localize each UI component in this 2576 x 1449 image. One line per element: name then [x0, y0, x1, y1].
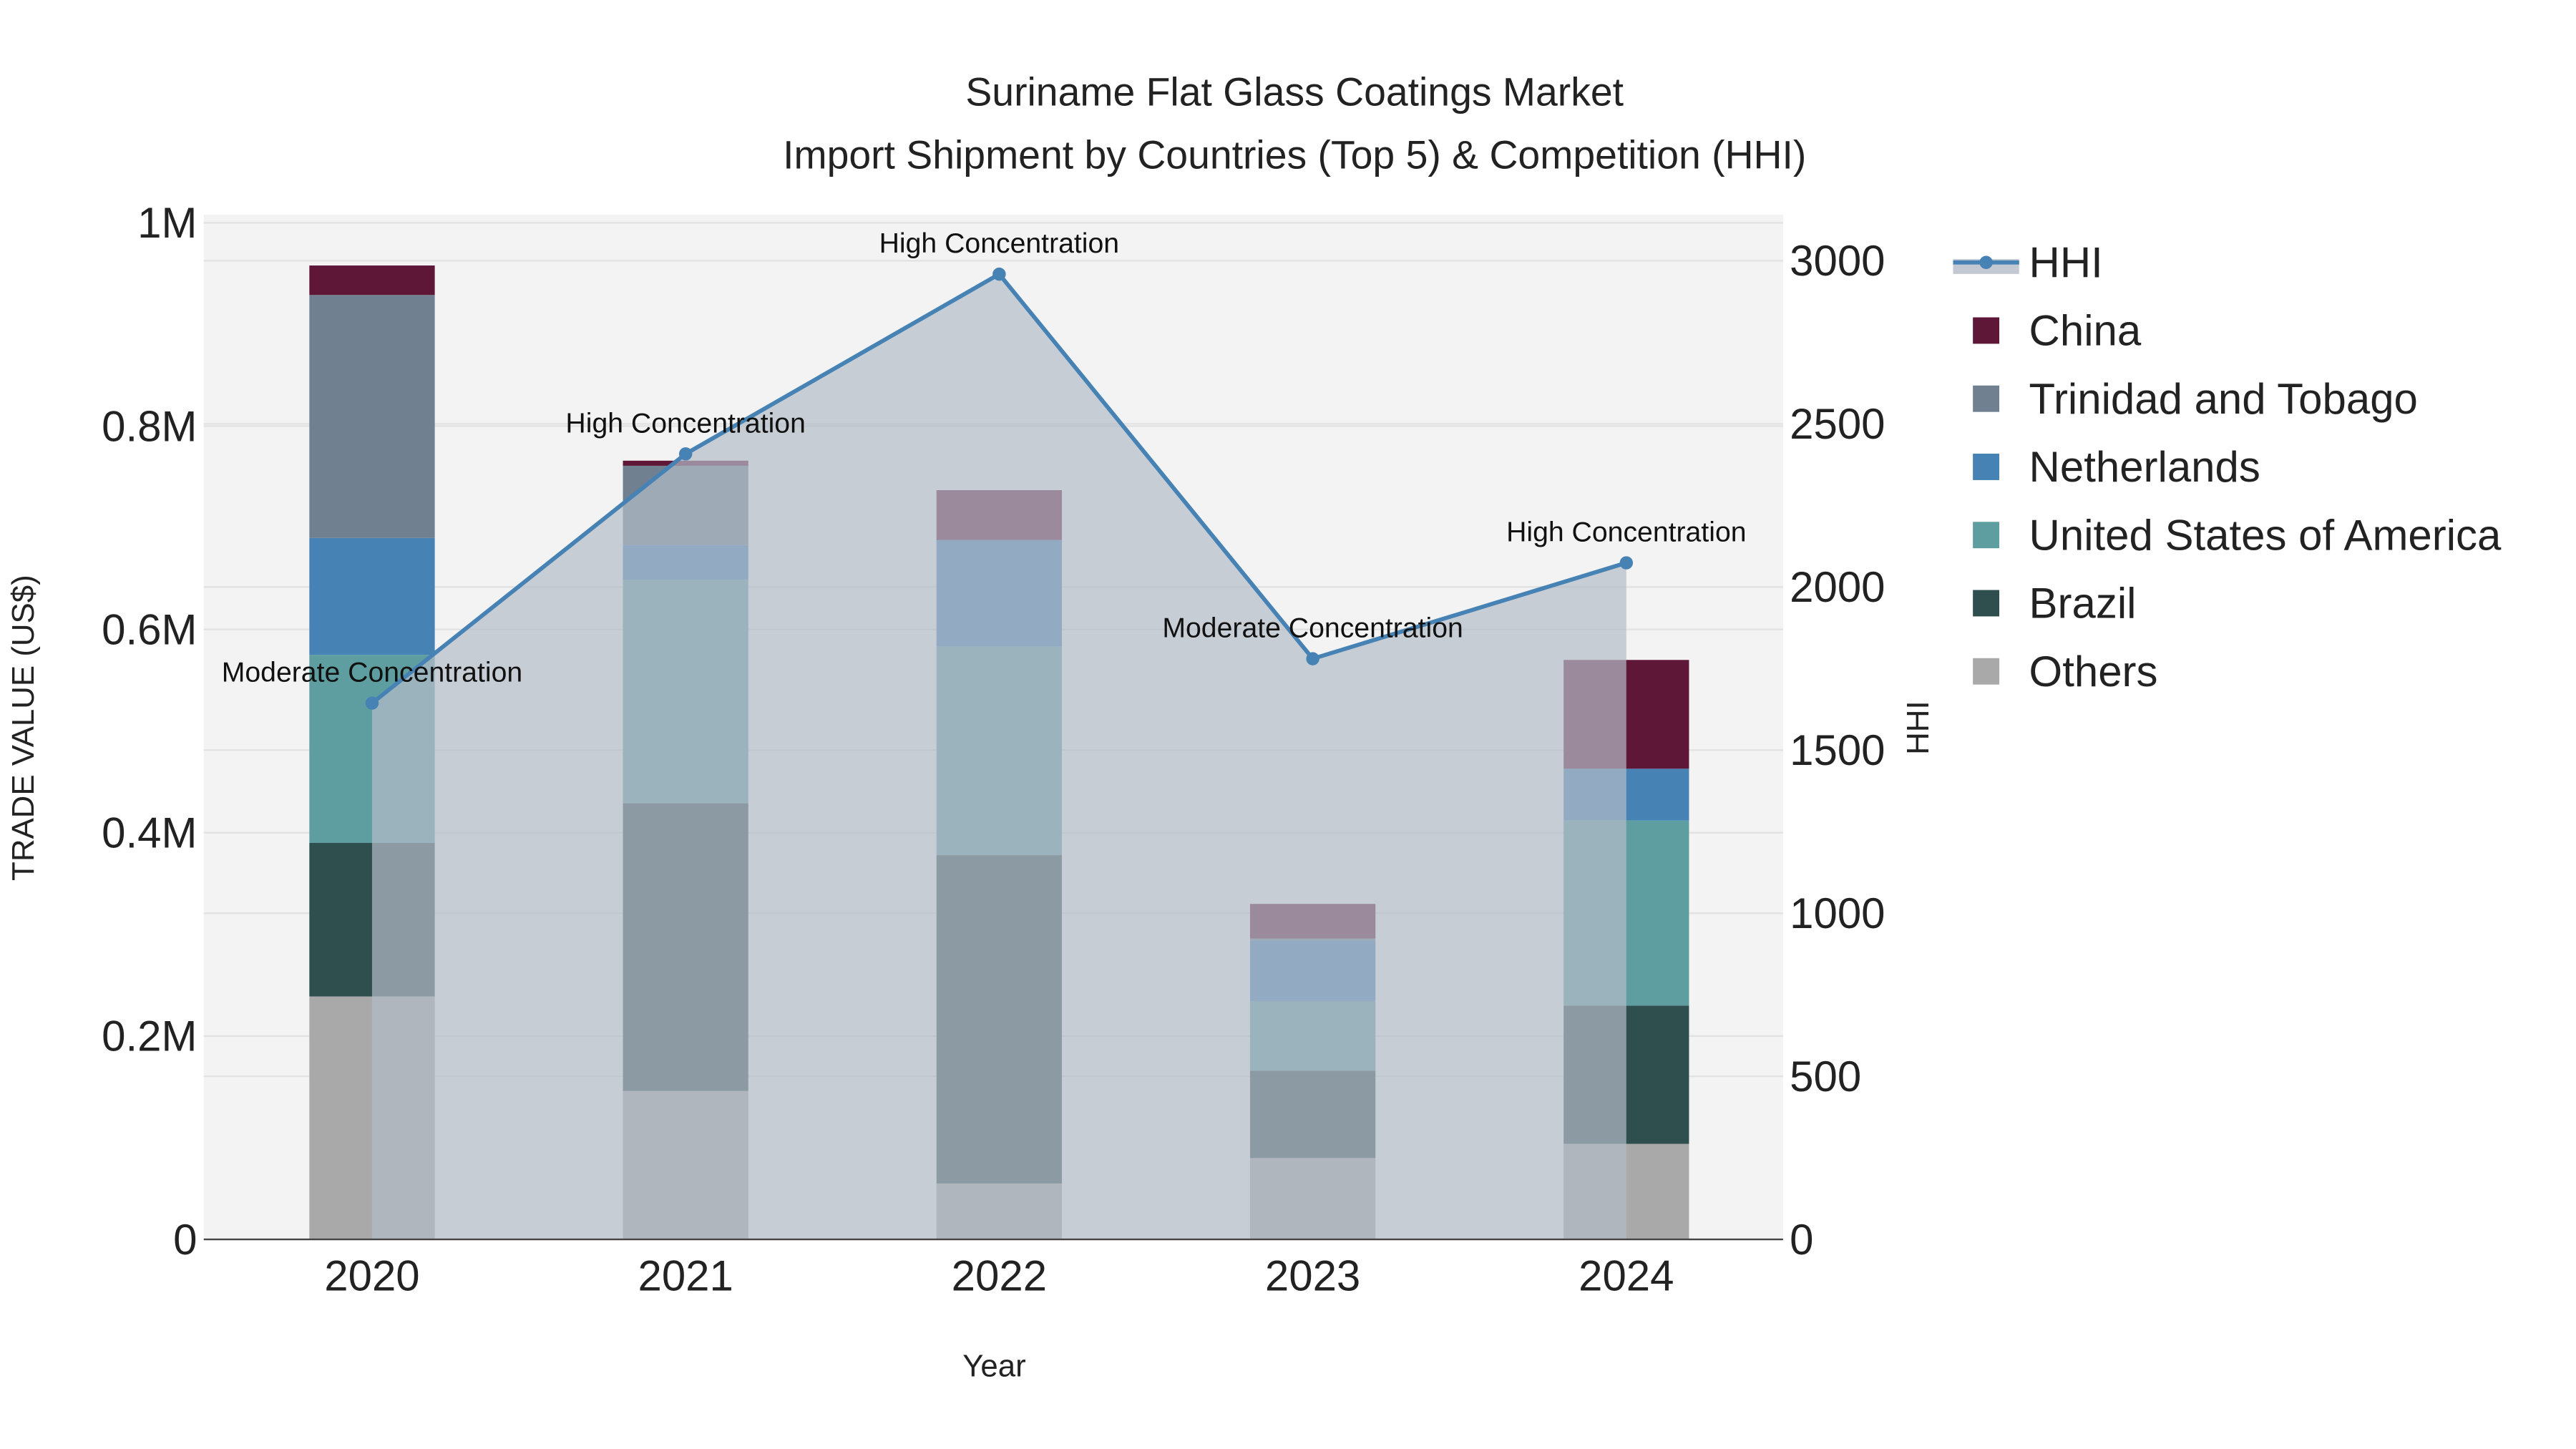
legend-swatch: [1973, 385, 2000, 412]
y2-tick-label: 2000: [1790, 563, 1885, 611]
y2-tick-label: 1000: [1790, 889, 1885, 937]
y-axis-title: TRADE VALUE (US$): [6, 575, 41, 881]
legend: HHI China Trinidad and Tobago Netherlands Un…: [1953, 238, 2502, 696]
legend-swatch: [1973, 522, 2000, 549]
legend-label: China: [2029, 307, 2142, 355]
legend-swatch: [1973, 317, 2000, 344]
y-tick-label: 1M: [137, 199, 197, 247]
hhi-annotation: High Concentration: [1506, 517, 1746, 548]
legend-swatch: [1973, 658, 2000, 685]
y-tick-label: 0.8M: [102, 402, 197, 450]
x-tick-label: 2023: [1265, 1252, 1360, 1300]
bar-netherlands-2020: [309, 537, 435, 655]
x-tick-label: 2024: [1579, 1252, 1674, 1300]
chart: Moderate Concentration High Concentration…: [6, 70, 2502, 1384]
legend-marker-hhi: [1979, 255, 1993, 269]
legend-item-others: Others: [1973, 648, 2157, 696]
y2-tick-label: 500: [1790, 1053, 1861, 1101]
legend-swatch: [1973, 590, 2000, 617]
chart-title: Suriname Flat Glass Coatings Market: [965, 70, 1624, 114]
bar-trinidad-and-tobago-2020: [309, 295, 435, 538]
legend-label: United States of America: [2029, 511, 2502, 559]
legend-swatch: [1973, 454, 2000, 480]
hhi-annotation: High Concentration: [565, 408, 805, 439]
legend-item-hhi: HHI: [1953, 238, 2103, 286]
legend-label: Others: [2029, 648, 2158, 696]
y-tick-label: 0.6M: [102, 605, 197, 653]
hhi-annotation: Moderate Concentration: [1162, 613, 1463, 644]
y-tick-label: 0.4M: [102, 809, 197, 857]
x-axis-title: Year: [962, 1349, 1026, 1384]
legend-item-netherlands: Netherlands: [1973, 443, 2260, 491]
legend-label: Brazil: [2029, 580, 2137, 628]
hhi-annotation: High Concentration: [879, 228, 1119, 259]
hhi-point: [365, 696, 379, 710]
y2-tick-label: 2500: [1790, 400, 1885, 448]
hhi-point: [992, 267, 1006, 281]
legend-label: HHI: [2029, 238, 2103, 286]
y2-tick-label: 0: [1790, 1216, 1813, 1264]
legend-label: Trinidad and Tobago: [2029, 375, 2418, 423]
legend-item-china: China: [1973, 307, 2142, 355]
legend-item-united-states-of-america: United States of America: [1973, 511, 2502, 559]
y-tick-label: 0: [173, 1216, 197, 1264]
bar-china-2020: [309, 265, 435, 296]
legend-item-trinidad-and-tobago: Trinidad and Tobago: [1973, 375, 2418, 423]
x-tick-label: 2022: [952, 1252, 1047, 1300]
hhi-point: [678, 447, 693, 461]
legend-label: Netherlands: [2029, 443, 2260, 491]
chart-subtitle: Import Shipment by Countries (Top 5) & C…: [783, 132, 1806, 177]
x-tick-label: 2020: [324, 1252, 419, 1300]
y2-tick-label: 1500: [1790, 726, 1885, 774]
y2-axis-title: HHI: [1901, 701, 1936, 754]
x-tick-label: 2021: [638, 1252, 733, 1300]
legend-item-brazil: Brazil: [1973, 580, 2136, 628]
hhi-point: [1619, 556, 1634, 570]
hhi-point: [1306, 652, 1319, 665]
y-tick-label: 0.2M: [102, 1013, 197, 1060]
hhi-annotation: Moderate Concentration: [222, 658, 522, 688]
y2-tick-label: 3000: [1790, 237, 1885, 285]
